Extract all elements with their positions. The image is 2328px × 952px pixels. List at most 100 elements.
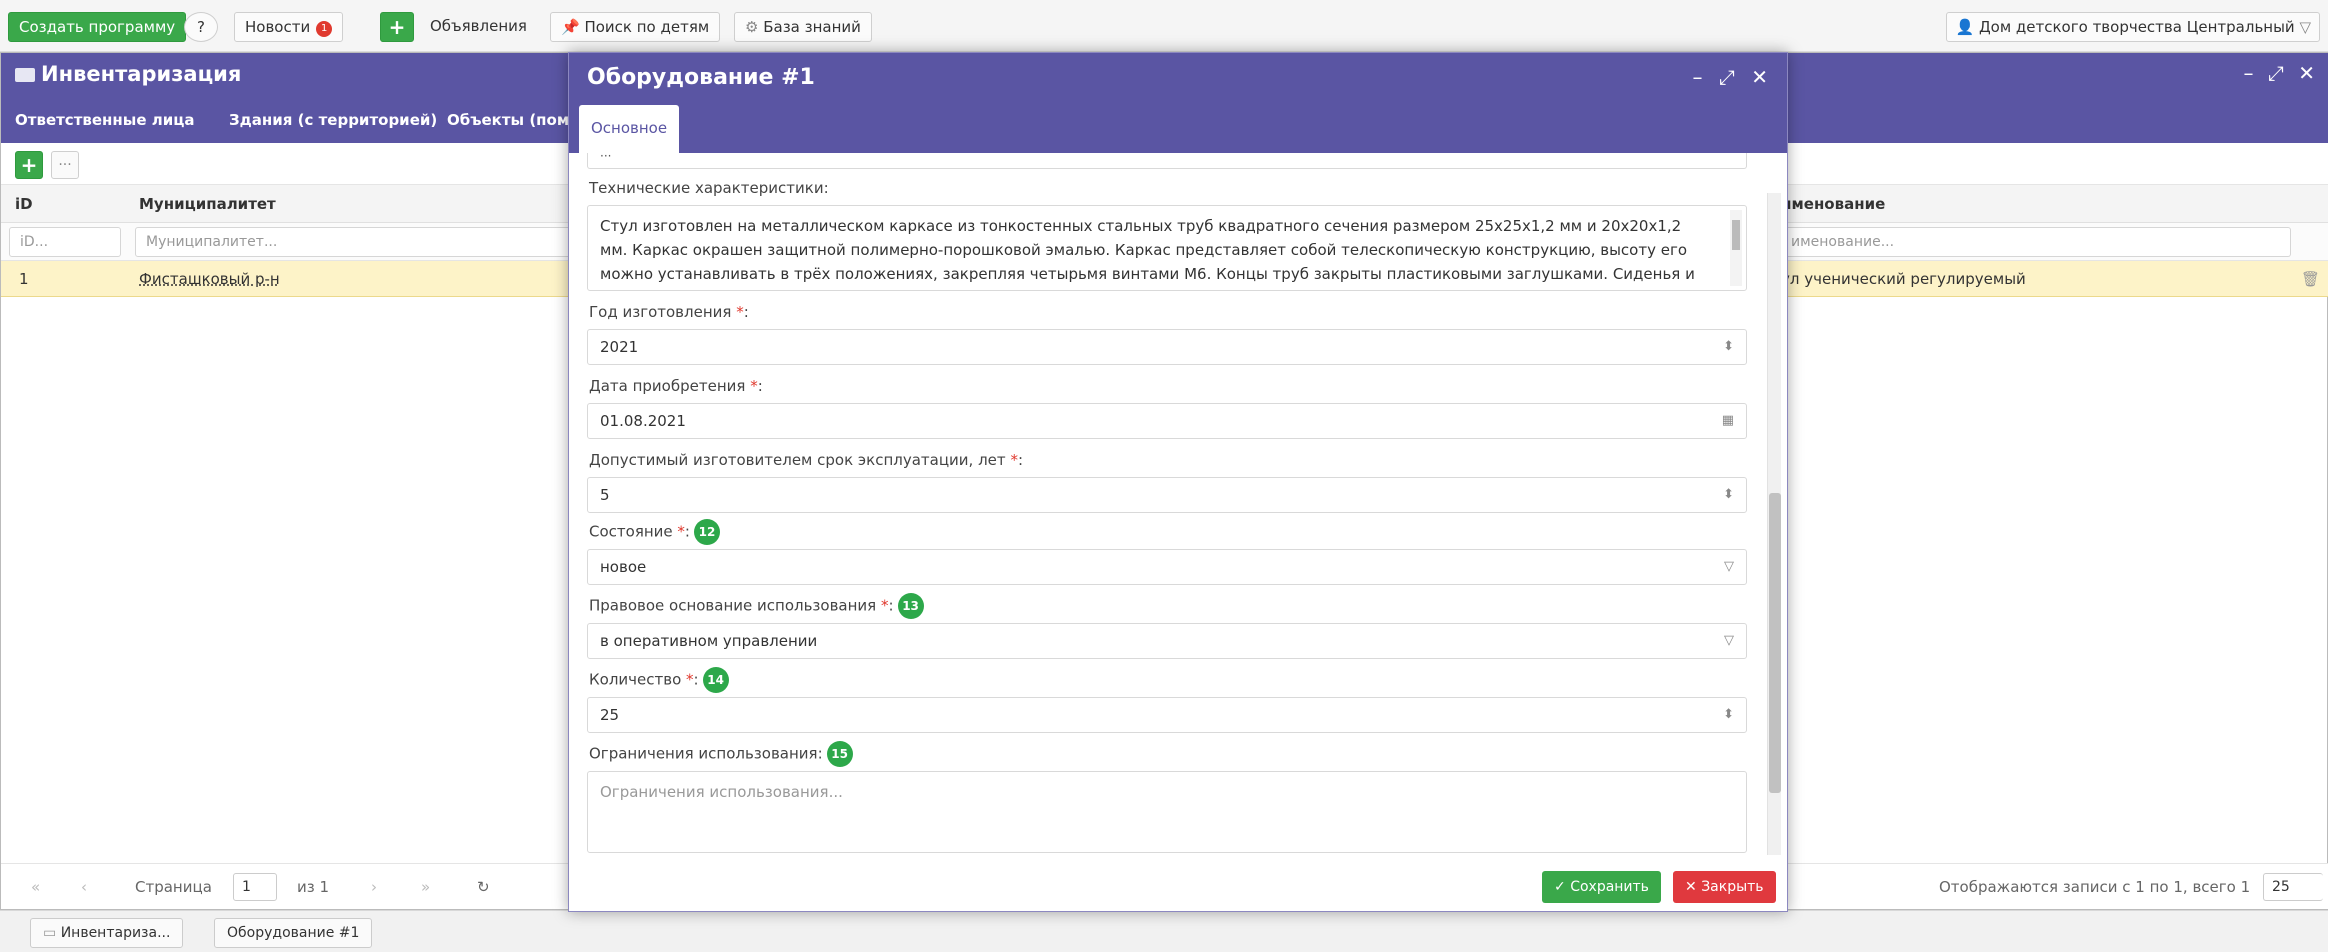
add-record-button[interactable]: + [15, 151, 43, 179]
organization-name: Дом детского творчества Центральный [1978, 18, 2295, 36]
first-page-icon[interactable]: « [31, 878, 40, 896]
spinner-icon[interactable]: ⬍ [1723, 330, 1734, 364]
create-program-button[interactable]: Создать программу [8, 12, 187, 42]
tech-label: Технические характеристики: [589, 179, 829, 197]
step-badge: 12 [693, 519, 720, 545]
dialog-footer: ✓ Сохранить ✕ Закрыть [569, 855, 1787, 911]
dialog-scrollbar[interactable] [1767, 193, 1781, 855]
close-label: Закрыть [1701, 879, 1764, 895]
news-button[interactable]: Новости 1 [234, 12, 344, 42]
qty-value: 25 [600, 706, 620, 724]
col-municipality[interactable]: Муниципалитет [139, 195, 276, 213]
state-label: Состояние *: 12 [589, 519, 720, 545]
add-icon[interactable]: + [380, 12, 414, 42]
chevron-down-icon: ▽ [2294, 18, 2311, 36]
last-page-icon[interactable]: » [421, 878, 430, 896]
dialog-controls[interactable]: – ⤢ ✕ [1693, 65, 1773, 89]
refresh-icon[interactable]: ↻ [477, 878, 490, 896]
legal-value: в оперативном управлении [600, 632, 818, 650]
limits-label: Ограничения использования: 15 [589, 741, 853, 767]
purchase-value: 01.08.2021 [600, 412, 686, 430]
records-summary: Отображаются записи с 1 по 1, всего 1 [1939, 878, 2251, 896]
equipment-dialog: Оборудование #1 – ⤢ ✕ Основное ··· Техни… [568, 52, 1788, 912]
col-name[interactable]: именование [1781, 195, 1885, 213]
pin-icon: 📌 [561, 18, 585, 36]
ads-link[interactable]: Объявления [420, 12, 537, 42]
legal-select[interactable]: в оперативном управлении ▽ [587, 623, 1747, 659]
save-label: Сохранить [1570, 879, 1649, 895]
spinner-icon[interactable]: ⬍ [1723, 698, 1734, 732]
page-label: Страница [135, 878, 212, 896]
close-icon: ✕ [1685, 879, 1702, 895]
inventory-window-title: Инвентаризация [41, 62, 242, 86]
filter-name-input[interactable]: именование... [1781, 227, 2291, 257]
task-inventory[interactable]: ▭ Инвентариза... [30, 918, 184, 948]
help-icon[interactable]: ? [184, 12, 218, 42]
purchase-label: Дата приобретения *: [589, 377, 763, 395]
chevron-down-icon: ▽ [1724, 559, 1734, 574]
step-badge: 14 [702, 667, 729, 693]
state-value: новое [600, 558, 647, 576]
year-label: Год изготовления *: [589, 303, 749, 321]
tech-textarea[interactable]: Стул изготовлен на металлическом каркасе… [587, 205, 1747, 291]
col-id[interactable]: iD [15, 195, 33, 213]
child-search-button[interactable]: 📌 Поиск по детям [550, 12, 721, 42]
tab-responsible[interactable]: Ответственные лица [15, 111, 194, 129]
organization-selector[interactable]: 👤 Дом детского творчества Центральный ▽ [1946, 12, 2320, 42]
page-input[interactable]: 1 [233, 873, 277, 901]
year-input[interactable]: 2021 ⬍ [587, 329, 1747, 365]
scroll-thumb[interactable] [1769, 493, 1781, 793]
check-icon: ✓ [1554, 879, 1571, 895]
state-select[interactable]: новое ▽ [587, 549, 1747, 585]
gear-icon: ⚙ [745, 18, 764, 36]
per-page-select[interactable]: 25 [2263, 873, 2323, 901]
window-icon [15, 68, 35, 82]
cell-name: ул ученический регулируемый [1781, 270, 2026, 288]
trash-icon[interactable]: 🗑 [2301, 270, 2320, 288]
step-badge: 13 [897, 593, 924, 619]
tab-objects[interactable]: Объекты (пом [447, 111, 569, 129]
taskbar: ▭ Инвентариза... Оборудование #1 [0, 910, 2328, 952]
dialog-title: Оборудование #1 [587, 65, 815, 90]
purchase-date-input[interactable]: 01.08.2021 ▦ [587, 403, 1747, 439]
knowledge-label: База знаний [763, 18, 861, 36]
news-badge: 1 [316, 21, 333, 37]
qty-label: Количество *: 14 [589, 667, 729, 693]
tab-buildings[interactable]: Здания (с территорией) [229, 111, 437, 129]
textarea-scrollbar[interactable] [1730, 210, 1742, 286]
qty-input[interactable]: 25 ⬍ [587, 697, 1747, 733]
child-search-label: Поиск по детям [584, 18, 710, 36]
window-controls[interactable]: – ⤢ ✕ [2244, 61, 2319, 85]
filter-id-input[interactable]: iD... [9, 227, 121, 257]
page-of: из 1 [297, 878, 330, 896]
task-equipment[interactable]: Оборудование #1 [214, 918, 373, 948]
save-button[interactable]: ✓ Сохранить [1542, 871, 1661, 903]
news-label: Новости [245, 18, 311, 36]
knowledge-base-button[interactable]: ⚙ База знаний [734, 12, 872, 42]
tech-value: Стул изготовлен на металлическом каркасе… [600, 217, 1695, 290]
more-icon[interactable]: ··· [51, 151, 79, 179]
dialog-header: Оборудование #1 – ⤢ ✕ Основное [569, 53, 1787, 153]
user-icon: 👤 [1955, 18, 1979, 36]
life-input[interactable]: 5 ⬍ [587, 477, 1747, 513]
dialog-body: ··· Технические характеристики: Стул изг… [569, 153, 1765, 853]
spinner-icon[interactable]: ⬍ [1723, 478, 1734, 512]
clipped-field: ··· [587, 153, 1747, 169]
cell-municipality[interactable]: Фисташковый р-н [139, 270, 280, 288]
life-label: Допустимый изготовителем срок эксплуатац… [589, 451, 1023, 469]
step-badge: 15 [826, 741, 853, 767]
close-button[interactable]: ✕ Закрыть [1673, 871, 1776, 903]
cell-id: 1 [19, 270, 29, 288]
tab-main[interactable]: Основное [579, 105, 680, 153]
next-page-icon[interactable]: › [371, 878, 377, 896]
life-value: 5 [600, 486, 610, 504]
prev-page-icon[interactable]: ‹ [81, 878, 87, 896]
window-icon: ▭ [43, 925, 61, 941]
limits-textarea[interactable]: Ограничения использования... [587, 771, 1747, 853]
filter-municipality-input[interactable]: Муниципалитет... [135, 227, 575, 257]
year-value: 2021 [600, 338, 639, 356]
calendar-icon[interactable]: ▦ [1722, 404, 1734, 438]
task-inventory-label: Инвентариза... [60, 925, 171, 941]
top-bar: Создать программу ? Новости 1 + Объявлени… [0, 0, 2328, 52]
chevron-down-icon: ▽ [1724, 633, 1734, 648]
